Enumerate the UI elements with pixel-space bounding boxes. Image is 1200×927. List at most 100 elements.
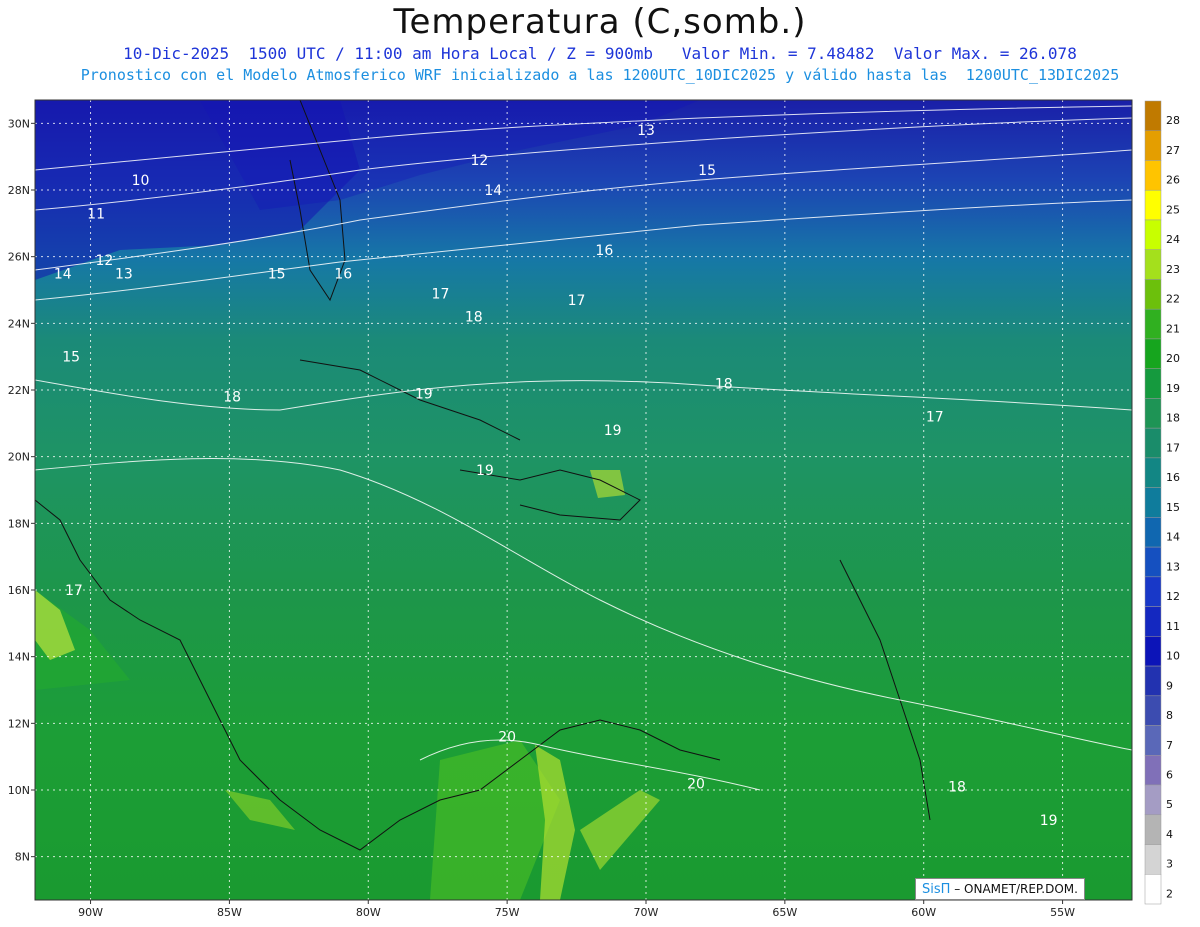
colorbar-label-23: 5 bbox=[1166, 798, 1173, 811]
colorbar-label-12: 16 bbox=[1166, 471, 1180, 484]
colorbar-cell-22 bbox=[1144, 755, 1162, 786]
contour-label-22: 17 bbox=[65, 583, 83, 599]
colorbar-cell-1 bbox=[1144, 130, 1162, 161]
colorbar-cell-26 bbox=[1144, 874, 1162, 905]
sispi-brand: SisΠ bbox=[922, 882, 951, 897]
colorbar-label-6: 22 bbox=[1166, 293, 1180, 306]
colorbar-label-2: 26 bbox=[1166, 174, 1180, 187]
colorbar-cell-9 bbox=[1144, 368, 1162, 399]
colorbar-cell-0 bbox=[1144, 100, 1162, 131]
colorbar-label-22: 6 bbox=[1166, 768, 1173, 781]
contour-label-14: 18 bbox=[465, 310, 483, 326]
colorbar-cell-23 bbox=[1144, 784, 1162, 816]
colorbar-label-16: 12 bbox=[1166, 590, 1180, 603]
colorbar-cell-13 bbox=[1144, 487, 1162, 518]
lat-label-8: 14N bbox=[8, 651, 30, 664]
contour-label-12: 17 bbox=[432, 286, 450, 302]
contour-label-15: 15 bbox=[62, 350, 80, 366]
colorbar-cell-18 bbox=[1144, 636, 1162, 667]
contour-label-10: 15 bbox=[268, 266, 286, 282]
lat-label-4: 22N bbox=[8, 384, 30, 397]
contour-label-21: 19 bbox=[476, 463, 494, 479]
credit-badge: SisΠ – ONAMET/REP.DOM. bbox=[915, 878, 1085, 900]
contour-label-8: 13 bbox=[115, 266, 133, 282]
contour-label-19: 17 bbox=[926, 410, 944, 426]
colorbar-label-21: 7 bbox=[1166, 739, 1173, 752]
contour-label-13: 17 bbox=[568, 293, 586, 309]
lat-label-10: 10N bbox=[8, 784, 30, 797]
colorbar-label-18: 10 bbox=[1166, 650, 1180, 663]
contour-label-3: 10 bbox=[132, 173, 150, 189]
colorbar-cell-21 bbox=[1144, 725, 1162, 756]
colorbar-cell-3 bbox=[1144, 189, 1162, 221]
contour-label-25: 18 bbox=[948, 780, 966, 796]
temperature-map-chart: 30N28N26N24N22N20N18N16N14N12N10N8N90W 85… bbox=[8, 99, 1180, 919]
lat-label-11: 8N bbox=[15, 851, 30, 864]
contour-label-5: 11 bbox=[87, 206, 105, 222]
lon-label-6: 60W bbox=[911, 906, 936, 919]
colorbar-cell-17 bbox=[1144, 606, 1162, 637]
contour-label-26: 19 bbox=[1040, 813, 1058, 829]
colorbar-label-20: 8 bbox=[1166, 709, 1173, 722]
lon-label-5: 65W bbox=[772, 906, 797, 919]
colorbar-cell-14 bbox=[1144, 517, 1162, 548]
lat-label-5: 20N bbox=[8, 451, 30, 464]
colorbar-label-5: 23 bbox=[1166, 263, 1180, 276]
contour-label-23: 20 bbox=[498, 730, 516, 746]
colorbar-label-7: 21 bbox=[1166, 322, 1180, 335]
colorbar-label-4: 24 bbox=[1166, 233, 1180, 246]
colorbar-cell-5 bbox=[1144, 249, 1162, 280]
colorbar-label-26: 2 bbox=[1166, 887, 1173, 900]
contour-label-2: 15 bbox=[698, 163, 716, 179]
lon-label-1: 85W bbox=[217, 906, 242, 919]
lon-label-0: 90W bbox=[78, 906, 103, 919]
contour-label-16: 18 bbox=[715, 376, 733, 392]
contour-label-11: 16 bbox=[334, 266, 352, 282]
lat-label-0: 30N bbox=[8, 117, 30, 130]
colorbar-label-25: 3 bbox=[1166, 858, 1173, 871]
colorbar-label-15: 13 bbox=[1166, 560, 1180, 573]
colorbar-label-10: 18 bbox=[1166, 412, 1180, 425]
colorbar-label-17: 11 bbox=[1166, 620, 1180, 633]
lon-label-2: 80W bbox=[356, 906, 381, 919]
colorbar-cell-19 bbox=[1144, 665, 1162, 697]
colorbar-label-9: 19 bbox=[1166, 382, 1180, 395]
contour-label-4: 14 bbox=[484, 183, 502, 199]
contour-label-6: 16 bbox=[595, 243, 613, 259]
lat-label-2: 26N bbox=[8, 251, 30, 264]
colorbar-label-3: 25 bbox=[1166, 203, 1180, 216]
colorbar-label-19: 9 bbox=[1166, 679, 1173, 692]
colorbar-cell-15 bbox=[1144, 546, 1162, 578]
colorbar-cell-20 bbox=[1144, 695, 1162, 726]
colorbar-cell-11 bbox=[1144, 427, 1162, 459]
lat-label-9: 12N bbox=[8, 717, 30, 730]
colorbar-label-8: 20 bbox=[1166, 352, 1180, 365]
contour-label-0: 13 bbox=[637, 123, 655, 139]
colorbar: 2827262524232221201918171615141312111098… bbox=[1144, 100, 1180, 905]
colorbar-cell-7 bbox=[1144, 308, 1162, 340]
colorbar-label-13: 15 bbox=[1166, 501, 1180, 514]
colorbar-label-11: 17 bbox=[1166, 441, 1180, 454]
contour-label-1: 12 bbox=[470, 153, 488, 169]
colorbar-cell-6 bbox=[1144, 279, 1162, 310]
contour-label-9: 14 bbox=[54, 266, 72, 282]
lon-label-3: 75W bbox=[495, 906, 520, 919]
colorbar-label-24: 4 bbox=[1166, 828, 1173, 841]
contour-label-20: 19 bbox=[604, 423, 622, 439]
lat-label-3: 24N bbox=[8, 317, 30, 330]
colorbar-cell-8 bbox=[1144, 338, 1162, 369]
contour-label-18: 18 bbox=[223, 390, 241, 406]
colorbar-cell-10 bbox=[1144, 398, 1162, 429]
lon-label-7: 55W bbox=[1050, 906, 1075, 919]
colorbar-cell-24 bbox=[1144, 814, 1162, 845]
lat-label-6: 18N bbox=[8, 517, 30, 530]
contour-label-24: 20 bbox=[687, 776, 705, 792]
colorbar-cell-4 bbox=[1144, 219, 1162, 250]
contour-label-7: 12 bbox=[96, 253, 114, 269]
colorbar-label-14: 14 bbox=[1166, 531, 1180, 544]
colorbar-cell-2 bbox=[1144, 160, 1162, 191]
colorbar-cell-12 bbox=[1144, 457, 1162, 488]
lon-label-4: 70W bbox=[634, 906, 659, 919]
colorbar-cell-16 bbox=[1144, 576, 1162, 607]
lat-label-7: 16N bbox=[8, 584, 30, 597]
